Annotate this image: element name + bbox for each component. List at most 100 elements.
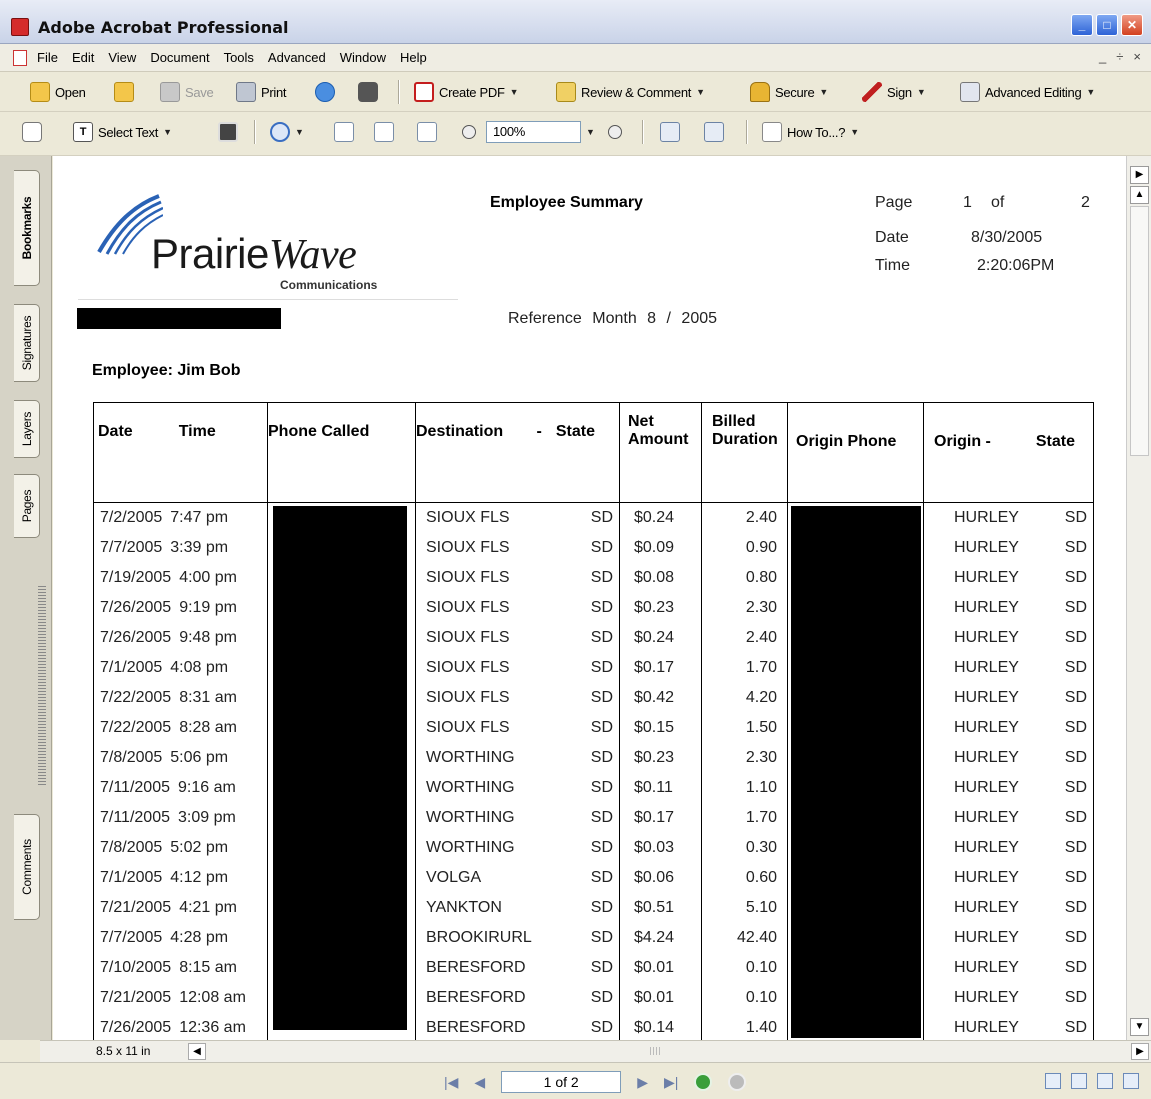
chevron-down-icon[interactable]: ▼: [163, 127, 172, 137]
scroll-up-button[interactable]: ▲: [1130, 186, 1149, 204]
tab-layers[interactable]: Layers: [14, 400, 40, 458]
menu-tools[interactable]: Tools: [224, 50, 254, 65]
scroll-grip[interactable]: [650, 1047, 662, 1055]
table-row: 7/7/2005 4:28 pm BROOKIRURL SD $4.24 42.40 HUR…: [93, 922, 1094, 953]
cell-time: 8:15 am: [179, 958, 237, 976]
cell-date-time: 7/7/2005 4:28 pm: [93, 922, 268, 953]
title-bar: Adobe Acrobat Professional _ □ ✕: [0, 0, 1151, 44]
cell-origin-state: HURLEY SD: [923, 622, 1094, 653]
chevron-down-icon[interactable]: ▼: [819, 87, 828, 97]
cell-net-amount: $0.01: [619, 952, 702, 983]
chevron-down-icon[interactable]: ▼: [295, 127, 304, 137]
cell-time: 5:06 pm: [170, 748, 229, 766]
tab-signatures[interactable]: Signatures: [14, 304, 40, 382]
scroll-left-button[interactable]: ◀: [188, 1043, 206, 1060]
chevron-down-icon[interactable]: ▼: [850, 127, 859, 137]
organizer-button[interactable]: [114, 80, 134, 104]
header-state: State: [555, 423, 595, 440]
doc-minimize-button[interactable]: _: [1099, 49, 1106, 64]
scroll-right-button[interactable]: ▶: [1131, 1043, 1149, 1060]
actual-size-button[interactable]: [334, 120, 354, 144]
vertical-scrollbar[interactable]: ▶ ▲ ▼: [1126, 156, 1151, 1040]
facing-icon[interactable]: [1097, 1073, 1113, 1089]
tab-bookmarks[interactable]: Bookmarks: [14, 170, 40, 286]
tab-pages[interactable]: Pages: [14, 474, 40, 538]
menu-help[interactable]: Help: [400, 50, 427, 65]
cell-billed-duration: 1.70: [701, 802, 788, 833]
menu-view[interactable]: View: [108, 50, 136, 65]
go-back-icon[interactable]: [728, 1073, 747, 1091]
menu-document[interactable]: Document: [150, 50, 209, 65]
go-forward-icon[interactable]: [694, 1073, 713, 1091]
cell-date-time: 7/26/2005 9:48 pm: [93, 622, 268, 653]
fit-width-button[interactable]: [417, 120, 437, 144]
email-button[interactable]: [315, 80, 335, 104]
how-to-button[interactable]: How To...? ▼: [762, 120, 859, 144]
minimize-button[interactable]: _: [1071, 14, 1093, 36]
chevron-down-icon[interactable]: ▼: [696, 87, 705, 97]
scroll-thumb[interactable]: [1130, 206, 1149, 456]
chevron-down-icon[interactable]: ▼: [586, 127, 595, 137]
pane-splitter[interactable]: [38, 586, 46, 786]
continuous-facing-icon[interactable]: [1123, 1073, 1139, 1089]
tab-comments[interactable]: Comments: [14, 814, 40, 920]
text-select-icon: T: [73, 122, 93, 142]
doc-close-button[interactable]: ×: [1133, 49, 1141, 64]
single-page-icon[interactable]: [1045, 1073, 1061, 1089]
chevron-down-icon[interactable]: ▼: [1086, 87, 1095, 97]
cell-state: SD: [590, 808, 613, 826]
last-page-icon[interactable]: ▶|: [664, 1074, 678, 1091]
cell-time: 9:48 pm: [179, 628, 237, 646]
document-icon[interactable]: [13, 50, 27, 66]
secure-button[interactable]: Secure ▼: [750, 80, 828, 104]
create-pdf-button[interactable]: Create PDF ▼: [414, 80, 519, 104]
document-view[interactable]: PrairieWave Communications Employee Summ…: [53, 156, 1126, 1040]
cell-destination: WORTHING: [426, 748, 515, 766]
doc-restore-button[interactable]: ÷: [1116, 49, 1123, 64]
search-button[interactable]: [358, 80, 378, 104]
nav-pane-toggle-icon[interactable]: ▶: [1130, 166, 1149, 184]
print-button[interactable]: Print: [236, 80, 287, 104]
snapshot-button[interactable]: [218, 120, 238, 144]
rotate-ccw-button[interactable]: [660, 120, 680, 144]
rotate-cw-button[interactable]: [704, 120, 724, 144]
zoom-level-input[interactable]: 100%: [486, 121, 581, 143]
menu-advanced[interactable]: Advanced: [268, 50, 326, 65]
chevron-down-icon[interactable]: ▼: [917, 87, 926, 97]
zoom-out-button[interactable]: [462, 120, 476, 144]
header-net-amount: Net Amount: [619, 402, 702, 503]
select-text-button[interactable]: T Select Text ▼: [73, 120, 172, 144]
save-button[interactable]: Save: [160, 80, 214, 104]
open-button[interactable]: Open: [30, 80, 86, 104]
print-label: Print: [261, 84, 287, 100]
menu-edit[interactable]: Edit: [72, 50, 94, 65]
table-row: 7/10/2005 8:15 am BERESFORD SD $0.01 0.10 HURL…: [93, 952, 1094, 983]
page-number-field[interactable]: 1 of 2: [501, 1071, 622, 1093]
review-comment-button[interactable]: Review & Comment ▼: [556, 80, 705, 104]
scroll-down-button[interactable]: ▼: [1130, 1018, 1149, 1036]
continuous-icon[interactable]: [1071, 1073, 1087, 1089]
tab-bookmarks-label: Bookmarks: [19, 196, 34, 260]
horizontal-scrollbar[interactable]: 8.5 x 11 in ◀ ▶: [40, 1040, 1151, 1062]
fit-page-button[interactable]: [374, 120, 394, 144]
magnifier-icon: [270, 122, 290, 142]
advanced-editing-button[interactable]: Advanced Editing ▼: [960, 80, 1095, 104]
maximize-button[interactable]: □: [1096, 14, 1118, 36]
hand-tool-button[interactable]: [22, 120, 42, 144]
zoom-level-field[interactable]: 100% ▼: [486, 120, 595, 144]
next-page-icon[interactable]: ▶: [637, 1074, 648, 1091]
menu-file[interactable]: File: [37, 50, 58, 65]
cell-origin: HURLEY: [954, 868, 1019, 886]
close-button[interactable]: ✕: [1121, 14, 1143, 36]
sign-button[interactable]: Sign ▼: [862, 80, 926, 104]
table-row: 7/8/2005 5:06 pm WORTHING SD $0.23 2.30 HURLEY…: [93, 742, 1094, 773]
previous-page-icon[interactable]: ◀: [474, 1074, 485, 1091]
disk-icon: [160, 82, 180, 102]
zoom-in-tool-button[interactable]: ▼: [270, 120, 304, 144]
chevron-down-icon[interactable]: ▼: [510, 87, 519, 97]
zoom-in-button[interactable]: [608, 120, 622, 144]
cell-net-amount: $0.01: [619, 982, 702, 1013]
cell-date-time: 7/11/2005 3:09 pm: [93, 802, 268, 833]
menu-window[interactable]: Window: [340, 50, 386, 65]
first-page-icon[interactable]: |◀: [444, 1074, 458, 1091]
